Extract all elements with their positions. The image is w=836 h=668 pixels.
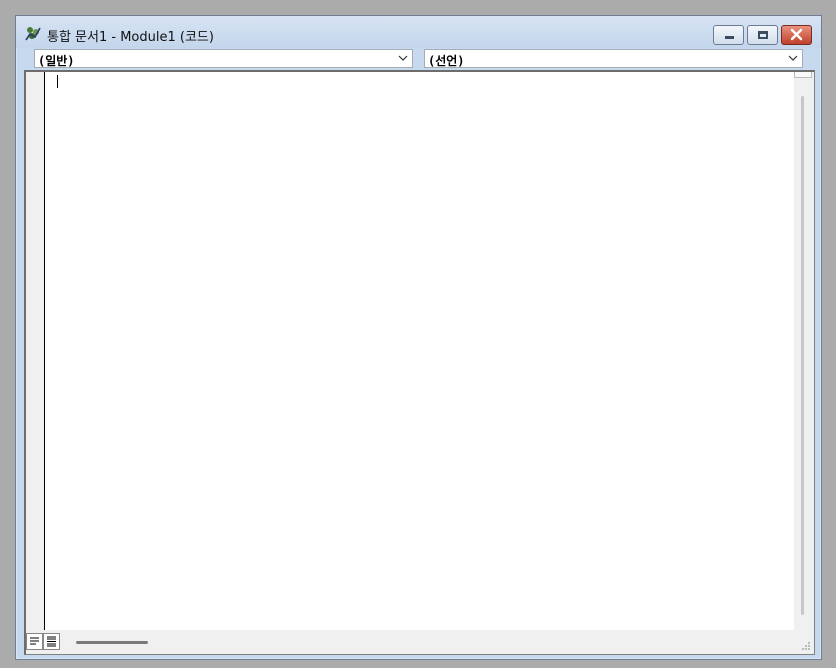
title-bar[interactable]: 통합 문서1 - Module1 (코드) — [16, 16, 821, 48]
bottom-bar — [26, 630, 814, 654]
minimize-icon — [725, 36, 734, 39]
full-module-view-button[interactable] — [43, 633, 60, 650]
maximize-icon — [758, 31, 768, 39]
object-combo-value: (일반) — [38, 54, 75, 68]
close-icon — [790, 28, 803, 41]
vertical-scrollbar[interactable] — [794, 72, 814, 630]
full-module-view-icon — [47, 636, 56, 647]
procedure-view-button[interactable] — [26, 633, 43, 650]
object-combo[interactable]: (일반) — [34, 49, 413, 68]
chevron-down-icon — [398, 55, 408, 61]
maximize-button[interactable] — [747, 25, 778, 45]
close-button[interactable] — [781, 25, 812, 45]
code-window: 통합 문서1 - Module1 (코드) (일반) (선언) — [15, 15, 822, 660]
text-caret — [57, 75, 58, 88]
vertical-scroll-thumb[interactable] — [801, 96, 804, 615]
vba-module-icon — [25, 27, 41, 41]
procedure-combo[interactable]: (선언) — [424, 49, 803, 68]
margin-indicator-bar[interactable] — [26, 72, 45, 630]
chevron-down-icon — [788, 55, 798, 61]
procedure-view-icon — [30, 637, 39, 645]
split-bar[interactable] — [794, 72, 812, 78]
resize-grip-icon[interactable] — [801, 641, 811, 651]
code-pane — [24, 70, 815, 655]
window-title: 통합 문서1 - Module1 (코드) — [47, 30, 214, 45]
code-editor[interactable] — [46, 72, 794, 630]
procedure-combo-value: (선언) — [428, 54, 465, 68]
horizontal-scroll-thumb[interactable] — [76, 641, 148, 644]
minimize-button[interactable] — [713, 25, 744, 45]
